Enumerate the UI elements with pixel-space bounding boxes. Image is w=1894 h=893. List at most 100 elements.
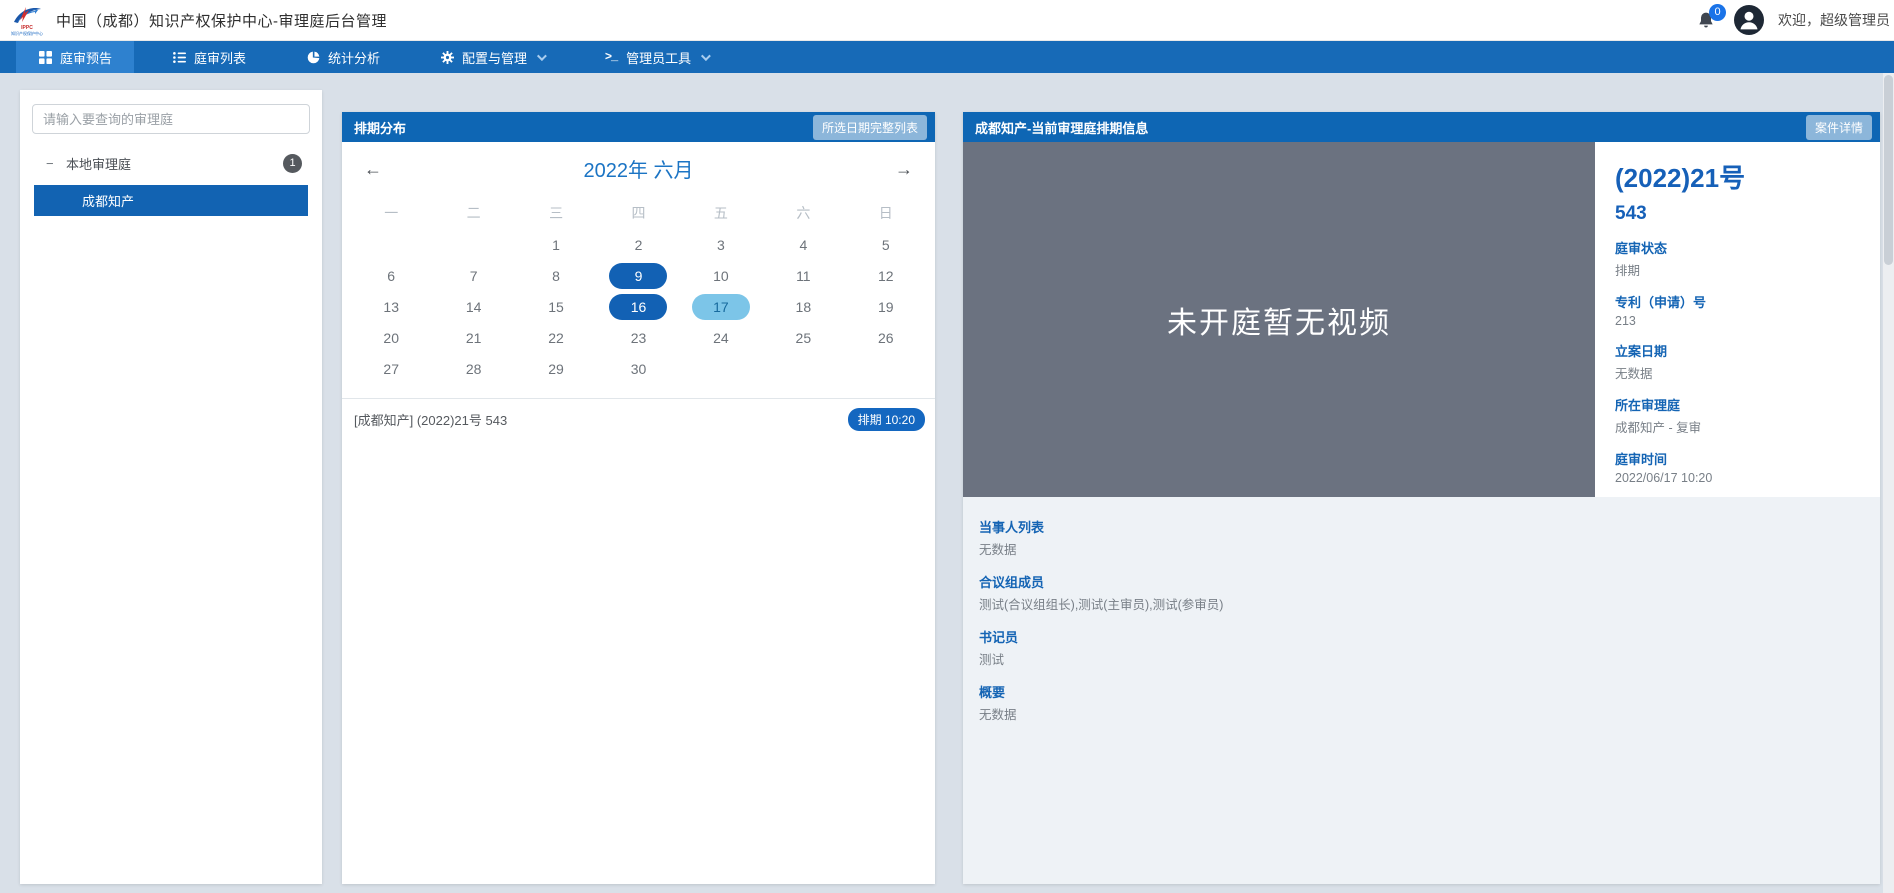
calendar-day-cell: 6 <box>350 260 432 291</box>
calendar-day[interactable]: 17 <box>692 294 750 320</box>
chevron-down-icon <box>701 51 711 61</box>
calendar-day[interactable]: 6 <box>378 268 404 284</box>
tab-trial-list[interactable]: 庭审列表 <box>150 41 268 73</box>
notification-bell-button[interactable]: 0 <box>1696 8 1720 32</box>
field-label: 立案日期 <box>1615 341 1880 360</box>
case-sub-number: 543 <box>1615 203 1880 225</box>
gear-icon <box>440 50 454 64</box>
court-panel-title: 成都知产-当前审理庭排期信息 <box>975 118 1148 137</box>
logo-subtitle: 知识产权保护中心 <box>11 31 43 36</box>
calendar-day-cell: 17 <box>680 291 762 322</box>
calendar-empty-cell <box>432 229 514 260</box>
field-label: 合议组成员 <box>979 572 1864 591</box>
calendar-day[interactable]: 23 <box>625 330 651 346</box>
sidebar-tree-node-local-courts[interactable]: − 本地审理庭 1 <box>32 148 310 179</box>
calendar-day[interactable]: 3 <box>708 237 734 253</box>
calendar-day-cell: 3 <box>680 229 762 260</box>
calendar-day[interactable]: 26 <box>873 330 899 346</box>
top-header: IPPC 知识产权保护中心 中国（成都）知识产权保护中心-审理庭后台管理 0 欢… <box>0 0 1894 41</box>
calendar-month-label: 2022年 六月 <box>382 154 895 183</box>
calendar-day[interactable]: 25 <box>790 330 816 346</box>
field-label: 概要 <box>979 682 1864 701</box>
event-time-badge: 排期 10:20 <box>848 408 925 431</box>
calendar-day-cell: 16 <box>597 291 679 322</box>
calendar-day[interactable]: 4 <box>790 237 816 253</box>
case-field: 所在审理庭成都知产 - 复审 <box>1615 395 1880 436</box>
detail-field: 合议组成员测试(合议组组长),测试(主审员),测试(参审员) <box>979 572 1864 613</box>
calendar-day[interactable]: 16 <box>609 294 667 320</box>
calendar-day-cell: 23 <box>597 322 679 353</box>
court-search-input[interactable] <box>32 104 310 134</box>
calendar-day[interactable]: 30 <box>625 361 651 377</box>
calendar-day[interactable]: 29 <box>543 361 569 377</box>
case-detail-button[interactable]: 案件详情 <box>1806 115 1872 140</box>
calendar-day[interactable]: 13 <box>378 299 404 315</box>
weekday-label: 日 <box>845 197 927 229</box>
field-value: 排期 <box>1615 260 1880 279</box>
prev-month-button[interactable]: ← <box>364 160 382 178</box>
nav-item-label: 庭审预告 <box>60 48 112 67</box>
user-avatar[interactable] <box>1734 5 1764 35</box>
calendar-day[interactable]: 14 <box>461 299 487 315</box>
tab-admin-tools[interactable]: >_管理员工具 <box>582 41 730 73</box>
field-value: 测试 <box>979 649 1864 668</box>
field-label: 专利（申请）号 <box>1615 292 1880 311</box>
weekday-label: 六 <box>762 197 844 229</box>
no-video-placeholder: 未开庭暂无视频 <box>1167 298 1391 342</box>
calendar-day[interactable]: 1 <box>543 237 569 253</box>
weekday-label: 四 <box>597 197 679 229</box>
calendar-day[interactable]: 28 <box>461 361 487 377</box>
tree-node-label: 本地审理庭 <box>66 154 131 173</box>
case-fields: 庭审状态排期专利（申请）号 213 立案日期无数据所在审理庭成都知产 - 复审庭审时… <box>1615 238 1880 485</box>
field-label: 庭审状态 <box>1615 238 1880 257</box>
calendar-day[interactable]: 20 <box>378 330 404 346</box>
calendar-day[interactable]: 27 <box>378 361 404 377</box>
calendar-day-cell: 27 <box>350 353 432 384</box>
field-value: 213 <box>1615 314 1880 328</box>
case-field: 立案日期无数据 <box>1615 341 1880 382</box>
field-label: 庭审时间 <box>1615 449 1880 468</box>
calendar-day-cell: 5 <box>845 229 927 260</box>
tab-config-management[interactable]: 配置与管理 <box>418 41 566 73</box>
calendar-day[interactable]: 21 <box>461 330 487 346</box>
calendar-day[interactable]: 12 <box>873 268 899 284</box>
collapse-icon[interactable]: − <box>46 156 62 171</box>
calendar-day[interactable]: 8 <box>543 268 569 284</box>
calendar-empty-cell <box>350 229 432 260</box>
nav-item-label: 统计分析 <box>328 48 380 67</box>
calendar-weekday-row: 一二三四五六日 <box>342 197 935 229</box>
calendar-days-grid: 1234567891011121314151617181920212223242… <box>342 229 935 384</box>
calendar-day[interactable]: 5 <box>873 237 899 253</box>
next-month-button[interactable]: → <box>895 160 913 178</box>
calendar-day-cell: 14 <box>432 291 514 322</box>
calendar-day-cell: 10 <box>680 260 762 291</box>
vertical-scrollbar <box>1883 73 1894 893</box>
calendar-day[interactable]: 15 <box>543 299 569 315</box>
nav-item-label: 庭审列表 <box>194 48 246 67</box>
calendar-day[interactable]: 22 <box>543 330 569 346</box>
sidebar-item-chengdu-court[interactable]: 成都知产 <box>34 185 308 216</box>
tab-trial-preview[interactable]: 庭审预告 <box>16 41 134 73</box>
case-info-card: (2022)21号 543 庭审状态排期专利（申请）号213立案日期无数据所在审… <box>1595 142 1880 497</box>
calendar-day[interactable]: 10 <box>708 268 734 284</box>
full-date-list-button[interactable]: 所选日期完整列表 <box>813 115 927 140</box>
calendar-empty-cell <box>680 353 762 384</box>
calendar-day[interactable]: 11 <box>790 268 816 284</box>
field-label: 当事人列表 <box>979 517 1864 536</box>
calendar-day[interactable]: 18 <box>790 299 816 315</box>
calendar-day-cell: 13 <box>350 291 432 322</box>
person-icon <box>1734 5 1764 35</box>
schedule-event-row[interactable]: [成都知产] (2022)21号 543 排期 10:20 <box>342 398 935 440</box>
calendar-day[interactable]: 2 <box>625 237 651 253</box>
trial-video-area: 未开庭暂无视频 <box>963 142 1595 497</box>
calendar-day[interactable]: 24 <box>708 330 734 346</box>
tab-statistics[interactable]: 统计分析 <box>284 41 402 73</box>
calendar-day[interactable]: 19 <box>873 299 899 315</box>
calendar-day[interactable]: 9 <box>609 263 667 289</box>
calendar-day[interactable]: 7 <box>461 268 487 284</box>
calendar-day-cell: 26 <box>845 322 927 353</box>
scrollbar-thumb[interactable] <box>1884 75 1893 265</box>
main-navbar: 庭审预告 庭审列表 统计分析 配置与管理 >_管理员工具 <box>0 41 1894 73</box>
calendar-day-cell: 24 <box>680 322 762 353</box>
chevron-down-icon <box>537 51 547 61</box>
